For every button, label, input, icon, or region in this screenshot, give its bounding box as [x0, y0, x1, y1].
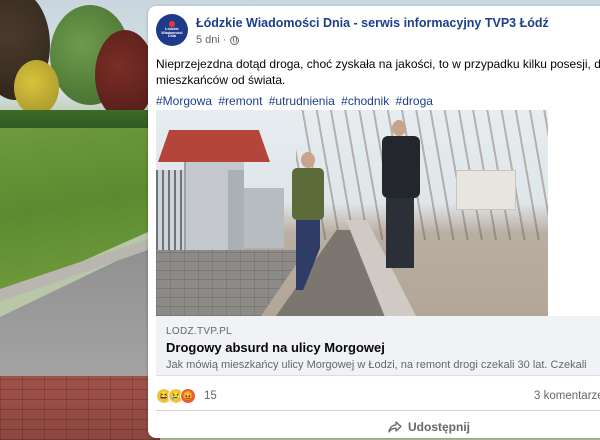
post-text-line: mieszkańców od świata. [156, 73, 286, 87]
photo-booth-door [228, 170, 244, 250]
hashtag-link[interactable]: #Morgowa [156, 94, 212, 108]
hashtag-link[interactable]: #chodnik [341, 94, 389, 108]
action-divider [156, 410, 600, 411]
reaction-icons[interactable]: 😆 😢 😡 [156, 388, 196, 404]
photo-person-helping [378, 120, 422, 270]
share-arrow-icon [388, 421, 402, 433]
avatar-logo-text: Łódzkie Wiadomości Dnia [161, 26, 183, 39]
angry-reaction-icon: 😡 [180, 388, 196, 404]
post-text: Nieprzejezdna dotąd droga, choć zyskała … [156, 56, 600, 88]
comments-count-link[interactable]: 3 komentarze [534, 390, 600, 402]
background-brick-pavement [0, 376, 160, 440]
page-avatar[interactable]: Łódzkie Wiadomości Dnia [156, 14, 188, 46]
globe-icon [229, 35, 239, 45]
post-header: Łódzkie Wiadomości Dnia Łódzkie Wiadomoś… [156, 14, 600, 50]
facebook-post-card: Łódzkie Wiadomości Dnia Łódzkie Wiadomoś… [148, 6, 600, 438]
photo-red-roof [158, 130, 270, 162]
post-meta: 5 dni · [196, 34, 239, 46]
hashtag-link[interactable]: #remont [218, 94, 262, 108]
link-domain: LODZ.TVP.PL [166, 326, 232, 337]
post-time[interactable]: 5 dni [196, 34, 220, 46]
post-text-line: Nieprzejezdna dotąd droga, choć zyskała … [156, 57, 600, 71]
hashtag-link[interactable]: #utrudnienia [269, 94, 335, 108]
reactions-bar: 😆 😢 😡 15 3 komentarze [156, 386, 600, 408]
background-tree [14, 60, 59, 115]
share-label: Udostępnij [408, 420, 470, 434]
link-description: Jak mówią mieszkańcy ulicy Morgowej w Ło… [166, 359, 587, 371]
photo-wall [244, 188, 284, 248]
page-name-link[interactable]: Łódzkie Wiadomości Dnia - serwis informa… [196, 16, 549, 30]
photo-building [456, 170, 516, 210]
share-button[interactable]: Udostępnij [388, 416, 470, 438]
avatar-logo-dot [169, 20, 175, 27]
background-tree [95, 30, 155, 120]
hashtag-list: #Morgowa #remont #utrudnienia #chodnik #… [156, 94, 436, 108]
hashtag-link[interactable]: #droga [396, 94, 433, 108]
link-title[interactable]: Drogowy absurd na ulicy Morgowej [166, 340, 385, 355]
photo-person-climbing [286, 152, 326, 302]
link-preview[interactable]: LODZ.TVP.PL Drogowy absurd na ulicy Morg… [156, 316, 600, 376]
reaction-count[interactable]: 15 [204, 390, 217, 402]
post-photo[interactable] [156, 110, 548, 316]
meta-separator: · [222, 34, 227, 46]
